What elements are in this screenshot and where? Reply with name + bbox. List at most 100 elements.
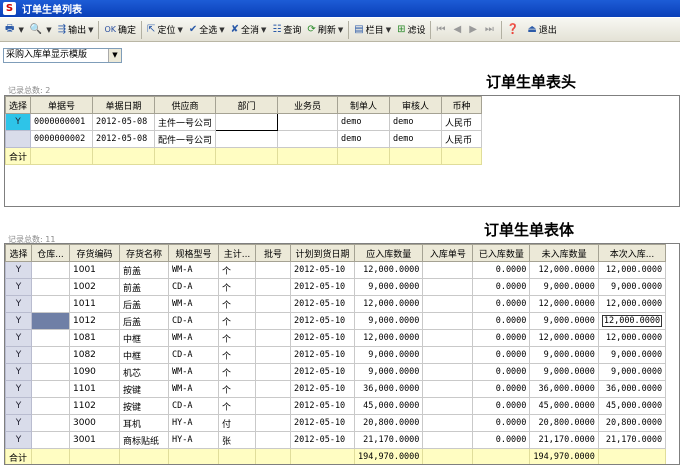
- warehouse-cell[interactable]: [31, 329, 70, 347]
- code-cell[interactable]: 1090: [69, 363, 120, 381]
- column-header[interactable]: 币种: [441, 96, 483, 114]
- column-header[interactable]: 规格型号: [168, 244, 219, 262]
- qty-due-cell[interactable]: 12,000.0000: [353, 295, 424, 313]
- dept-cell[interactable]: [215, 130, 279, 148]
- code-cell[interactable]: 1012: [69, 312, 120, 330]
- name-cell[interactable]: 机芯: [119, 363, 169, 381]
- qty-now-cell[interactable]: 21,170.0000: [597, 431, 667, 449]
- filter-button[interactable]: ⊞ 滤设: [394, 20, 428, 40]
- column-header[interactable]: 主计...: [218, 244, 256, 262]
- table-row[interactable]: Y 3001 商标贴纸 HY-A 张 2012-05-10 21,170.0000 0.000…: [5, 431, 667, 449]
- select-cell[interactable]: [5, 130, 32, 148]
- warehouse-cell[interactable]: [31, 431, 70, 449]
- unit-cell[interactable]: 个: [218, 278, 256, 296]
- column-header[interactable]: 批号: [255, 244, 291, 262]
- qty-due-cell[interactable]: 12,000.0000: [353, 329, 424, 347]
- batch-cell[interactable]: [255, 312, 291, 330]
- column-header[interactable]: 入库单号: [422, 244, 474, 262]
- qty-due-cell[interactable]: 21,170.0000: [353, 431, 424, 449]
- name-cell[interactable]: 商标贴纸: [119, 431, 169, 449]
- date-cell[interactable]: 2012-05-08: [92, 113, 156, 131]
- select-cell[interactable]: Y: [5, 414, 32, 432]
- spec-cell[interactable]: CD-A: [168, 278, 219, 296]
- batch-cell[interactable]: [255, 397, 291, 415]
- spec-cell[interactable]: CD-A: [168, 312, 219, 330]
- table-row[interactable]: Y 0000000001 2012-05-08 主件一号公司 demo demo…: [5, 113, 483, 131]
- warehouse-cell[interactable]: [31, 380, 70, 398]
- plan-date-cell[interactable]: 2012-05-10: [290, 346, 355, 364]
- qty-left-cell[interactable]: 9,000.0000: [529, 363, 599, 381]
- qty-in-cell[interactable]: 0.0000: [472, 346, 531, 364]
- column-header[interactable]: 应入库数量: [353, 244, 424, 262]
- select-cell[interactable]: Y: [5, 261, 32, 279]
- unit-cell[interactable]: 个: [218, 363, 256, 381]
- batch-cell[interactable]: [255, 380, 291, 398]
- first-page-button[interactable]: ⏮: [433, 20, 450, 40]
- batch-cell[interactable]: [255, 363, 291, 381]
- select-cell[interactable]: Y: [5, 312, 32, 330]
- table-row[interactable]: 0000000002 2012-05-08 配件一号公司 demo demo 人…: [5, 130, 483, 148]
- confirm-button[interactable]: OK 确定: [101, 20, 139, 40]
- doc-no-cell[interactable]: 0000000002: [30, 130, 94, 148]
- unit-cell[interactable]: 个: [218, 329, 256, 347]
- select-cell[interactable]: Y: [5, 431, 32, 449]
- in-no-cell[interactable]: [422, 312, 474, 330]
- code-cell[interactable]: 1102: [69, 397, 120, 415]
- qty-left-cell[interactable]: 21,170.0000: [529, 431, 599, 449]
- qty-due-cell[interactable]: 20,800.0000: [353, 414, 424, 432]
- qty-in-cell[interactable]: 0.0000: [472, 329, 531, 347]
- unit-cell[interactable]: 付: [218, 414, 256, 432]
- table-row[interactable]: Y 1101 按键 WM-A 个 2012-05-10 36,000.0000 0.0000 3…: [5, 380, 667, 398]
- unit-cell[interactable]: 张: [218, 431, 256, 449]
- warehouse-cell[interactable]: [31, 278, 70, 296]
- help-button[interactable]: ❓: [504, 20, 524, 40]
- in-no-cell[interactable]: [422, 363, 474, 381]
- name-cell[interactable]: 按键: [119, 380, 169, 398]
- qty-left-cell[interactable]: 12,000.0000: [529, 261, 599, 279]
- code-cell[interactable]: 1011: [69, 295, 120, 313]
- batch-cell[interactable]: [255, 414, 291, 432]
- qty-in-cell[interactable]: 0.0000: [472, 261, 531, 279]
- column-header[interactable]: 未入库数量: [529, 244, 599, 262]
- spec-cell[interactable]: HY-A: [168, 414, 219, 432]
- spec-cell[interactable]: WM-A: [168, 363, 219, 381]
- supplier-cell[interactable]: 主件一号公司: [154, 113, 217, 131]
- qty-left-cell[interactable]: 20,800.0000: [529, 414, 599, 432]
- table-row[interactable]: Y 1102 按键 CD-A 个 2012-05-10 45,000.0000 0.0000 4…: [5, 397, 667, 415]
- qty-due-cell[interactable]: 12,000.0000: [353, 261, 424, 279]
- plan-date-cell[interactable]: 2012-05-10: [290, 363, 355, 381]
- print-button[interactable]: 🖶 ▼: [2, 20, 27, 40]
- name-cell[interactable]: 后盖: [119, 312, 169, 330]
- table-row[interactable]: Y 1082 中框 CD-A 个 2012-05-10 9,000.0000 0.0000 9,…: [5, 346, 667, 364]
- qty-in-cell[interactable]: 0.0000: [472, 397, 531, 415]
- qty-due-cell[interactable]: 9,000.0000: [353, 312, 424, 330]
- qty-now-cell[interactable]: 20,800.0000: [597, 414, 667, 432]
- qty-left-cell[interactable]: 9,000.0000: [529, 312, 599, 330]
- code-cell[interactable]: 1101: [69, 380, 120, 398]
- name-cell[interactable]: 按键: [119, 397, 169, 415]
- in-no-cell[interactable]: [422, 261, 474, 279]
- clerk-cell[interactable]: [277, 130, 339, 148]
- table-row[interactable]: Y 1002 前盖 CD-A 个 2012-05-10 9,000.0000 0.0000 9,…: [5, 278, 667, 296]
- batch-cell[interactable]: [255, 295, 291, 313]
- qty-in-cell[interactable]: 0.0000: [472, 278, 531, 296]
- code-cell[interactable]: 3000: [69, 414, 120, 432]
- unit-cell[interactable]: 个: [218, 261, 256, 279]
- locate-button[interactable]: ⇱ 定位 ▼: [144, 20, 186, 40]
- currency-cell[interactable]: 人民币: [441, 130, 483, 148]
- batch-cell[interactable]: [255, 346, 291, 364]
- plan-date-cell[interactable]: 2012-05-10: [290, 397, 355, 415]
- qty-left-cell[interactable]: 12,000.0000: [529, 329, 599, 347]
- spec-cell[interactable]: WM-A: [168, 295, 219, 313]
- table-row[interactable]: Y 1081 中框 WM-A 个 2012-05-10 12,000.0000 0.0000 1…: [5, 329, 667, 347]
- batch-cell[interactable]: [255, 329, 291, 347]
- code-cell[interactable]: 1082: [69, 346, 120, 364]
- qty-due-cell[interactable]: 9,000.0000: [353, 278, 424, 296]
- in-no-cell[interactable]: [422, 295, 474, 313]
- column-header[interactable]: 选择: [5, 96, 32, 114]
- in-no-cell[interactable]: [422, 397, 474, 415]
- query-button[interactable]: ☷ 查询: [269, 20, 304, 40]
- qty-now-cell[interactable]: 9,000.0000: [597, 278, 667, 296]
- code-cell[interactable]: 1081: [69, 329, 120, 347]
- select-cell[interactable]: Y: [5, 329, 32, 347]
